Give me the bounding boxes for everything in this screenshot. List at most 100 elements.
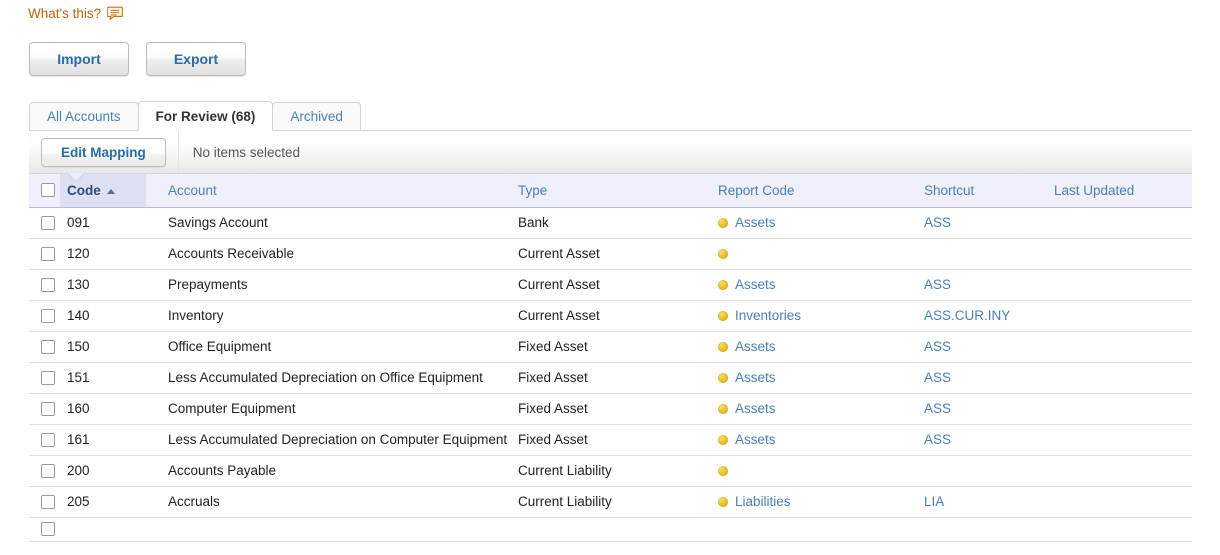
row-checkbox[interactable] bbox=[41, 522, 55, 536]
cell-shortcut-link[interactable]: LIA bbox=[924, 494, 944, 509]
cell-shortcut[interactable]: LIA bbox=[924, 486, 1054, 518]
accounts-panel: Edit Mapping No items selected Code Acco… bbox=[29, 130, 1192, 555]
cell-account: Inventory bbox=[146, 300, 518, 332]
cell-type bbox=[518, 517, 718, 542]
row-checkbox[interactable] bbox=[41, 370, 55, 385]
row-select-cell bbox=[29, 362, 60, 394]
cell-type: Current Liability bbox=[518, 455, 718, 487]
table-row[interactable]: 161 Less Accumulated Depreciation on Comp… bbox=[29, 424, 1192, 456]
cell-shortcut-link[interactable]: ASS bbox=[924, 370, 951, 385]
cell-type: Current Asset bbox=[518, 269, 718, 301]
report-code-wrapper: Assets bbox=[718, 215, 923, 230]
report-code-link[interactable]: Assets bbox=[735, 277, 776, 292]
cell-report-code: Inventories bbox=[718, 300, 924, 332]
cell-shortcut[interactable]: ASS bbox=[924, 207, 1054, 239]
table-row[interactable]: 160 Computer Equipment Fixed Asset Assets AS… bbox=[29, 393, 1192, 425]
select-all-checkbox[interactable] bbox=[41, 183, 55, 198]
cell-shortcut-link[interactable]: ASS bbox=[924, 401, 951, 416]
report-code-link[interactable]: Assets bbox=[735, 339, 776, 354]
row-checkbox[interactable] bbox=[41, 463, 55, 478]
report-code-wrapper: Assets bbox=[718, 339, 923, 354]
report-code-link[interactable]: Assets bbox=[735, 215, 776, 230]
cell-shortcut[interactable]: ASS bbox=[924, 362, 1054, 394]
cell-account: Accounts Payable bbox=[146, 455, 518, 487]
column-header-last-updated[interactable]: Last Updated bbox=[1054, 174, 1192, 208]
report-code-wrapper: Inventories bbox=[718, 308, 923, 323]
cell-shortcut-link[interactable]: ASS.CUR.INY bbox=[924, 308, 1010, 323]
column-header-shortcut[interactable]: Shortcut bbox=[924, 174, 1054, 208]
column-header-report-code[interactable]: Report Code bbox=[718, 174, 924, 208]
account-list-page: What's this? Import Export All Accounts … bbox=[0, 0, 1220, 555]
report-code-status-dot-icon bbox=[718, 310, 728, 321]
sort-ascending-icon bbox=[106, 188, 115, 194]
cell-last-updated bbox=[1054, 238, 1192, 270]
report-code-wrapper: Assets bbox=[718, 432, 923, 447]
cell-shortcut[interactable]: ASS bbox=[924, 424, 1054, 456]
tab-bar: All Accounts For Review (68) Archived bbox=[29, 101, 361, 131]
cell-shortcut[interactable]: ASS bbox=[924, 331, 1054, 363]
cell-shortcut[interactable]: ASS bbox=[924, 393, 1054, 425]
table-row[interactable]: 091 Savings Account Bank Assets ASS bbox=[29, 207, 1192, 239]
cell-last-updated bbox=[1054, 362, 1192, 394]
cell-shortcut-link[interactable]: ASS bbox=[924, 339, 951, 354]
column-header-type[interactable]: Type bbox=[518, 174, 718, 208]
cell-shortcut[interactable] bbox=[924, 238, 1054, 270]
report-code-link[interactable]: Assets bbox=[735, 370, 776, 385]
row-checkbox[interactable] bbox=[41, 215, 55, 230]
cell-last-updated bbox=[1054, 517, 1192, 542]
cell-code: 161 bbox=[60, 424, 146, 456]
cell-account: Accounts Receivable bbox=[146, 238, 518, 270]
row-checkbox[interactable] bbox=[41, 308, 55, 323]
report-code-link[interactable]: Inventories bbox=[735, 308, 801, 323]
row-checkbox[interactable] bbox=[41, 277, 55, 292]
table-row[interactable]: 205 Accruals Current Liability Liabilities L… bbox=[29, 486, 1192, 518]
cell-shortcut[interactable] bbox=[924, 455, 1054, 487]
column-header-code-label: Code bbox=[67, 182, 101, 198]
table-row[interactable]: 130 Prepayments Current Asset Assets ASS bbox=[29, 269, 1192, 301]
speech-bubble-icon bbox=[107, 6, 124, 21]
report-code-link[interactable]: Assets bbox=[735, 401, 776, 416]
cell-code: 140 bbox=[60, 300, 146, 332]
cell-last-updated bbox=[1054, 486, 1192, 518]
cell-account: Less Accumulated Depreciation on Office … bbox=[146, 362, 518, 394]
tab-for-review[interactable]: For Review (68) bbox=[137, 101, 274, 131]
cell-shortcut[interactable] bbox=[924, 517, 1054, 542]
report-code-link[interactable]: Assets bbox=[735, 432, 776, 447]
report-code-wrapper: Assets bbox=[718, 370, 923, 385]
import-button[interactable]: Import bbox=[29, 42, 129, 76]
table-row[interactable]: 150 Office Equipment Fixed Asset Assets ASS bbox=[29, 331, 1192, 363]
cell-shortcut[interactable]: ASS bbox=[924, 269, 1054, 301]
row-checkbox[interactable] bbox=[41, 401, 55, 416]
table-row[interactable]: 120 Accounts Receivable Current Asset bbox=[29, 238, 1192, 270]
report-code-link[interactable]: Liabilities bbox=[735, 494, 791, 509]
tab-archived[interactable]: Archived bbox=[272, 102, 361, 131]
table-row[interactable] bbox=[29, 517, 1192, 542]
cell-type: Fixed Asset bbox=[518, 331, 718, 363]
cell-shortcut-link[interactable]: ASS bbox=[924, 432, 951, 447]
cell-shortcut-link[interactable]: ASS bbox=[924, 215, 951, 230]
export-button[interactable]: Export bbox=[146, 42, 246, 76]
column-header-account[interactable]: Account bbox=[146, 174, 518, 208]
cell-shortcut-link[interactable]: ASS bbox=[924, 277, 951, 292]
whats-this-link[interactable]: What's this? bbox=[28, 6, 124, 21]
cell-code: 150 bbox=[60, 331, 146, 363]
accounts-table-head: Code Account Type Report Code Shortcut L… bbox=[29, 174, 1192, 208]
row-checkbox[interactable] bbox=[41, 432, 55, 447]
row-checkbox[interactable] bbox=[41, 246, 55, 261]
cell-last-updated bbox=[1054, 269, 1192, 301]
table-row[interactable]: 200 Accounts Payable Current Liability bbox=[29, 455, 1192, 487]
edit-mapping-button[interactable]: Edit Mapping bbox=[41, 137, 166, 167]
table-header-row: Code Account Type Report Code Shortcut L… bbox=[29, 174, 1192, 208]
cell-shortcut[interactable]: ASS.CUR.INY bbox=[924, 300, 1054, 332]
toolbar-notch bbox=[68, 173, 84, 181]
row-checkbox[interactable] bbox=[41, 339, 55, 354]
table-row[interactable]: 151 Less Accumulated Depreciation on Offi… bbox=[29, 362, 1192, 394]
row-select-cell bbox=[29, 238, 60, 270]
cell-report-code bbox=[718, 517, 924, 542]
table-row[interactable]: 140 Inventory Current Asset Inventories ASS.… bbox=[29, 300, 1192, 332]
report-code-status-dot-icon bbox=[718, 403, 728, 414]
cell-account: Savings Account bbox=[146, 207, 518, 239]
row-checkbox[interactable] bbox=[41, 494, 55, 509]
tab-all-accounts[interactable]: All Accounts bbox=[29, 102, 139, 131]
report-code-status-dot-icon bbox=[718, 434, 728, 445]
